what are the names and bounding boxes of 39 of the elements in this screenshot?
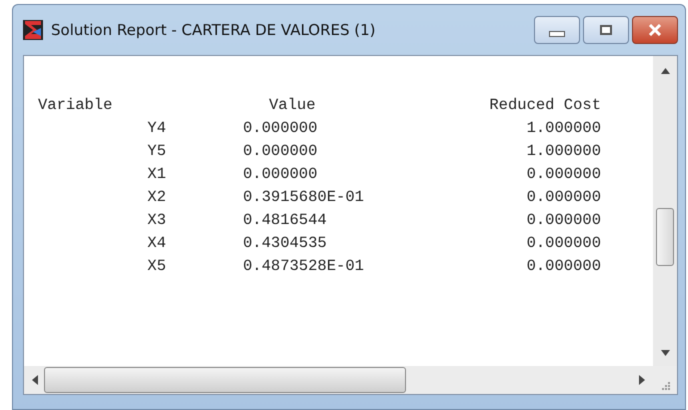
value-cell: 0.3915680E-01: [243, 188, 364, 207]
variable-name: X2: [147, 188, 166, 207]
scrollbar-thumb[interactable]: [44, 367, 406, 393]
reduced-cost-cell: 1.000000: [526, 142, 601, 161]
vertical-scrollbar[interactable]: [653, 56, 677, 366]
reduced-cost-cell: 0.000000: [526, 234, 601, 253]
horizontal-scrollbar[interactable]: [24, 366, 653, 394]
value-cell: 0.000000: [243, 119, 318, 138]
close-button[interactable]: [632, 16, 678, 44]
reduced-cost-cell: 0.000000: [526, 211, 601, 230]
column-header: Reduced Cost: [489, 96, 601, 115]
scroll-right-icon: [639, 375, 645, 385]
variable-name: Y5: [147, 142, 166, 161]
window-title: Solution Report - CARTERA DE VALORES (1): [51, 21, 377, 39]
value-cell: 0.4304535: [243, 234, 327, 253]
variable-name: X3: [147, 211, 166, 230]
value-cell: 0.4816544: [243, 211, 327, 230]
resize-grip-icon: [660, 380, 670, 390]
scroll-left-icon: [32, 375, 38, 385]
reduced-cost-cell: 0.000000: [526, 188, 601, 207]
scrollbar-thumb[interactable]: [656, 208, 674, 266]
variable-name: X1: [147, 165, 166, 184]
maximize-button[interactable]: [583, 16, 629, 44]
value-cell: 0.000000: [243, 165, 318, 184]
scroll-up-icon: [660, 68, 670, 74]
variable-name: X4: [147, 234, 166, 253]
column-header: Variable: [38, 96, 114, 115]
column-header: Value: [269, 96, 316, 115]
reduced-cost-cell: 1.000000: [526, 119, 601, 138]
variable-name: Y4: [147, 119, 166, 138]
reduced-cost-cell: 0.000000: [526, 165, 601, 184]
value-cell: 0.4873528E-01: [243, 257, 364, 276]
variable-name: X5: [147, 257, 166, 276]
minimize-button[interactable]: [534, 16, 580, 44]
value-cell: 0.000000: [243, 142, 318, 161]
app-icon: [23, 20, 43, 40]
close-icon: [648, 24, 662, 36]
reduced-cost-cell: 0.000000: [526, 257, 601, 276]
scroll-down-icon: [660, 350, 670, 356]
